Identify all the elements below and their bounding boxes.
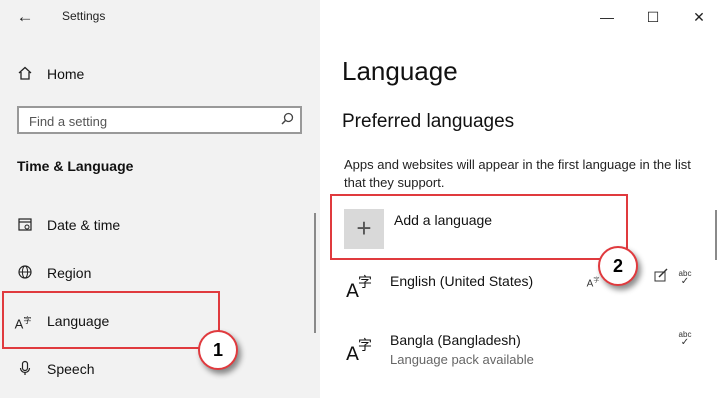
sidebar-item-label: Region bbox=[47, 265, 92, 281]
window-title: Settings bbox=[62, 9, 106, 23]
language-icon: A字 bbox=[346, 338, 372, 365]
maximize-icon[interactable]: ☐ bbox=[630, 2, 676, 32]
highlight-box-add-language bbox=[330, 194, 628, 260]
search-box[interactable] bbox=[17, 106, 302, 134]
search-input[interactable] bbox=[27, 111, 271, 131]
spellcheck-icon: abc ✓ bbox=[678, 269, 692, 287]
back-arrow-icon[interactable]: ← bbox=[14, 6, 36, 28]
home-icon bbox=[16, 65, 34, 83]
section-title: Preferred languages bbox=[342, 111, 515, 132]
step-badge-2: 2 bbox=[598, 246, 638, 286]
language-status: Language pack available bbox=[390, 352, 534, 367]
sidebar-scrollbar[interactable] bbox=[314, 213, 316, 333]
close-icon[interactable]: ✕ bbox=[676, 2, 722, 32]
search-icon[interactable] bbox=[281, 112, 294, 128]
highlight-box-language bbox=[2, 291, 220, 349]
sidebar-item-region[interactable]: Region bbox=[0, 255, 316, 291]
page-title: Language bbox=[342, 56, 458, 86]
sidebar-item-home[interactable]: Home bbox=[0, 56, 316, 92]
globe-icon bbox=[16, 264, 34, 282]
section-header: Time & Language bbox=[17, 158, 134, 174]
language-item-bangla[interactable]: A字 Bangla (Bangladesh) Language pack ava… bbox=[320, 325, 715, 373]
step-badge-1: 1 bbox=[198, 330, 238, 370]
language-item-english[interactable]: A字 English (United States) A字 abc ✓ bbox=[320, 262, 715, 310]
sidebar-item-label: Home bbox=[47, 66, 85, 82]
handwriting-icon bbox=[652, 268, 670, 286]
description-text: Apps and websites will appear in the fir… bbox=[344, 157, 691, 190]
sidebar-item-speech[interactable]: Speech bbox=[0, 351, 316, 387]
minimize-icon[interactable]: — bbox=[584, 2, 630, 32]
sidebar-item-date-time[interactable]: Date & time bbox=[0, 207, 316, 243]
main-scrollbar[interactable] bbox=[715, 210, 717, 260]
spellcheck-icon: abc ✓ bbox=[678, 330, 692, 348]
language-name: Bangla (Bangladesh) bbox=[390, 332, 521, 348]
language-icon: A字 bbox=[346, 275, 372, 302]
language-name: English (United States) bbox=[390, 273, 534, 289]
microphone-icon bbox=[16, 360, 34, 378]
sidebar-item-label: Speech bbox=[47, 361, 95, 377]
calendar-icon bbox=[16, 216, 34, 234]
sidebar-item-label: Date & time bbox=[47, 217, 121, 233]
